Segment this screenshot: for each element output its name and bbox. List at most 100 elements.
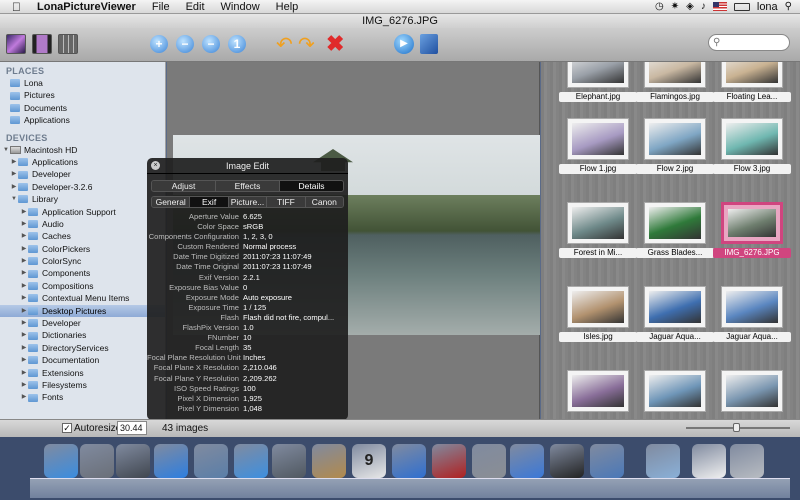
- thumbnail-label[interactable]: Forest in Mi...: [559, 248, 637, 258]
- thumbnail-label[interactable]: IMG_6276.JPG: [713, 248, 791, 258]
- thumbnail[interactable]: [567, 62, 629, 88]
- thumbnail[interactable]: [721, 370, 783, 412]
- xcode-icon[interactable]: [510, 444, 544, 478]
- address-book-icon[interactable]: [312, 444, 346, 478]
- zoom-fit-button[interactable]: −: [202, 33, 220, 55]
- thumbnail[interactable]: [644, 370, 706, 412]
- sidebar-place-pictures[interactable]: Pictures: [0, 89, 165, 101]
- thumbnail[interactable]: [644, 118, 706, 160]
- rotate-right-button[interactable]: ↷: [298, 33, 315, 56]
- disclosure-closed-icon[interactable]: ▶: [20, 329, 28, 341]
- thumbnail-label[interactable]: Flow 3.jpg: [713, 164, 791, 174]
- menu-help[interactable]: Help: [268, 0, 307, 14]
- device-macintosh-hd[interactable]: ▼ Macintosh HD: [0, 144, 165, 156]
- close-icon[interactable]: ×: [151, 161, 160, 170]
- subtab-tiff[interactable]: TIFF: [267, 197, 306, 207]
- thumbnail[interactable]: [721, 202, 783, 244]
- disclosure-closed-icon[interactable]: ▶: [20, 292, 28, 304]
- folder-item[interactable]: ▶ Audio: [0, 218, 165, 230]
- ical-icon[interactable]: 9: [352, 444, 386, 478]
- spotlight-icon[interactable]: ⚲: [785, 1, 792, 12]
- document-icon[interactable]: [692, 444, 726, 478]
- disclosure-closed-icon[interactable]: ▶: [20, 218, 28, 230]
- safari-icon[interactable]: [234, 444, 268, 478]
- finder-icon[interactable]: [44, 444, 78, 478]
- time-machine-icon[interactable]: ◷: [655, 1, 664, 12]
- user-menu[interactable]: lona: [757, 1, 778, 13]
- menu-file[interactable]: File: [144, 0, 178, 14]
- subtab-general[interactable]: General: [152, 197, 191, 207]
- thumbnail-label[interactable]: Jaguar Aqua...: [636, 332, 714, 342]
- tab-adjust[interactable]: Adjust: [152, 181, 216, 191]
- zoom-in-button[interactable]: +: [150, 33, 168, 55]
- delete-button[interactable]: ✖: [326, 31, 344, 56]
- disclosure-closed-icon[interactable]: ▶: [20, 243, 28, 255]
- menu-edit[interactable]: Edit: [178, 0, 213, 14]
- disclosure-closed-icon[interactable]: ▶: [20, 354, 28, 366]
- folder-item[interactable]: ▶ Documentation: [0, 354, 165, 366]
- slider-knob[interactable]: [733, 423, 740, 432]
- folder-item[interactable]: ▶ Developer-3.2.6: [0, 181, 165, 193]
- folder-item[interactable]: ▶ Contextual Menu Items: [0, 292, 165, 304]
- thumbnail-label[interactable]: Flow 2.jpg: [636, 164, 714, 174]
- thumbnail[interactable]: [567, 118, 629, 160]
- tab-effects[interactable]: Effects: [216, 181, 280, 191]
- zoom-value-field[interactable]: 30.44: [117, 421, 147, 435]
- volume-icon[interactable]: ♪: [701, 1, 706, 12]
- folder-item[interactable]: ▼ Library: [0, 193, 165, 205]
- rotate-left-button[interactable]: ↶: [276, 33, 293, 56]
- folder-item[interactable]: ▶ ColorSync: [0, 255, 165, 267]
- thumbnail-label[interactable]: Jaguar Aqua...: [713, 332, 791, 342]
- search-input[interactable]: ⚲: [708, 34, 790, 51]
- thumbnail[interactable]: [721, 286, 783, 328]
- folder-item[interactable]: ▶ Developer: [0, 317, 165, 329]
- sidebar-place-lona[interactable]: Lona: [0, 77, 165, 89]
- thumbnail-browser[interactable]: Elephant.jpg Flamingos.jpg Floating Lea...…: [541, 62, 800, 419]
- menu-window[interactable]: Window: [213, 0, 268, 14]
- slideshow-button[interactable]: ▶: [394, 33, 414, 55]
- mail-icon[interactable]: [194, 444, 228, 478]
- folder-item[interactable]: ▶ Dictionaries: [0, 329, 165, 341]
- facetime-icon[interactable]: [272, 444, 306, 478]
- folder-item[interactable]: ▶ Developer: [0, 168, 165, 180]
- zoom-actual-button[interactable]: 1: [228, 33, 246, 55]
- disclosure-closed-icon[interactable]: ▶: [20, 391, 28, 403]
- zoom-out-button[interactable]: −: [176, 33, 194, 55]
- disclosure-closed-icon[interactable]: ▶: [10, 156, 18, 168]
- subtab-picture[interactable]: Picture...: [228, 197, 268, 207]
- menu-app-name[interactable]: LonaPictureViewer: [29, 0, 144, 14]
- thumbnail[interactable]: [721, 62, 783, 88]
- sidebar-place-applications[interactable]: Applications: [0, 114, 165, 126]
- thumbnail[interactable]: [644, 202, 706, 244]
- wifi-icon[interactable]: ◈: [686, 1, 694, 12]
- itunes-icon[interactable]: [392, 444, 426, 478]
- tab-details[interactable]: Details: [280, 181, 343, 191]
- trash-icon[interactable]: [730, 444, 764, 478]
- folder-item[interactable]: ▶ Caches: [0, 230, 165, 242]
- thumbnail-label[interactable]: Isles.jpg: [559, 332, 637, 342]
- disclosure-closed-icon[interactable]: ▶: [20, 305, 28, 317]
- app-store-icon[interactable]: [154, 444, 188, 478]
- battery-icon[interactable]: [733, 2, 750, 11]
- thumbnail[interactable]: [644, 286, 706, 328]
- disclosure-closed-icon[interactable]: ▶: [20, 230, 28, 242]
- photo-booth-icon[interactable]: [432, 444, 466, 478]
- mission-control-icon[interactable]: [116, 444, 150, 478]
- thumbnail-label[interactable]: Elephant.jpg: [559, 92, 637, 102]
- thumbnail[interactable]: [567, 202, 629, 244]
- view-filmstrip-button[interactable]: [32, 33, 52, 55]
- autoresize-checkbox[interactable]: ✓: [62, 423, 72, 433]
- disclosure-closed-icon[interactable]: ▶: [20, 267, 28, 279]
- thumbnail[interactable]: [721, 118, 783, 160]
- terminal-icon[interactable]: [550, 444, 584, 478]
- disclosure-open-icon[interactable]: ▼: [2, 144, 10, 156]
- view-grid-button[interactable]: [58, 33, 78, 55]
- folder-item[interactable]: ▶ Extensions: [0, 367, 165, 379]
- disclosure-closed-icon[interactable]: ▶: [10, 181, 18, 193]
- folder-item[interactable]: ▶ Fonts: [0, 391, 165, 403]
- downloads-folder-icon[interactable]: [646, 444, 680, 478]
- subtab-exif[interactable]: Exif: [190, 197, 229, 207]
- subtab-canon[interactable]: Canon: [305, 197, 343, 207]
- sidebar-place-documents[interactable]: Documents: [0, 102, 165, 114]
- thumbnail-label[interactable]: Flamingos.jpg: [636, 92, 714, 102]
